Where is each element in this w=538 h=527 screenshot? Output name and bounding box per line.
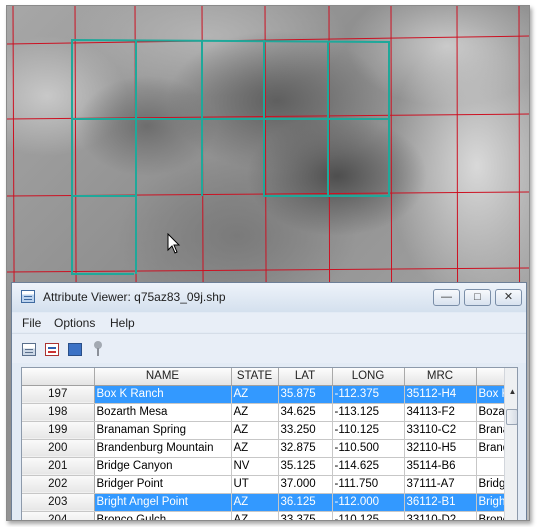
cell-state[interactable]: NV: [231, 457, 279, 476]
select-icon[interactable]: [68, 343, 82, 356]
window-title: Attribute Viewer: q75az83_09j.shp: [43, 290, 226, 304]
menu-help[interactable]: Help: [110, 316, 135, 330]
vertical-scrollbar[interactable]: ▲: [504, 368, 517, 520]
scroll-thumb[interactable]: [506, 409, 517, 425]
cell-mrc[interactable]: 32110-H5: [404, 439, 477, 458]
cell-state[interactable]: AZ: [231, 439, 279, 458]
table-row[interactable]: 203 Bright Angel Point AZ 36.125 -112.000 361…: [22, 493, 511, 512]
maximize-button[interactable]: □: [464, 289, 491, 306]
table-row[interactable]: 197 Box K Ranch AZ 35.875 -112.375 35112-H4 Bo…: [22, 385, 511, 404]
arrow-cursor-icon: [167, 233, 181, 254]
cell-long[interactable]: -110.500: [332, 439, 405, 458]
window-titlebar[interactable]: Attribute Viewer: q75az83_09j.shp — □ ✕: [12, 283, 526, 312]
row-index-cell[interactable]: 200: [22, 439, 95, 458]
cell-long[interactable]: -110.125: [332, 511, 405, 520]
toolbar: [12, 333, 526, 363]
cell-state[interactable]: AZ: [231, 403, 279, 422]
cell-name[interactable]: Bridger Point: [94, 475, 232, 494]
close-button[interactable]: ✕: [495, 289, 522, 306]
header-name[interactable]: NAME: [94, 368, 232, 386]
cell-state[interactable]: AZ: [231, 421, 279, 440]
filter-icon[interactable]: [45, 343, 59, 356]
menu-options[interactable]: Options: [54, 316, 95, 330]
cell-long[interactable]: -110.125: [332, 421, 405, 440]
cell-name[interactable]: Branaman Spring: [94, 421, 232, 440]
cell-mrc[interactable]: 37111-A7: [404, 475, 477, 494]
quad-grid-line: [7, 267, 529, 273]
cell-lat[interactable]: 33.375: [278, 511, 333, 520]
selected-quad-outlines: [71, 38, 390, 275]
cell-state[interactable]: UT: [231, 475, 279, 494]
cell-lat[interactable]: 37.000: [278, 475, 333, 494]
cell-mrc[interactable]: 35112-H4: [404, 385, 477, 404]
header-long[interactable]: LONG: [332, 368, 405, 386]
cell-lat[interactable]: 33.250: [278, 421, 333, 440]
attribute-table: NAME STATE LAT LONG MRC 197 Box K Ranch AZ…: [21, 367, 518, 520]
row-index-cell[interactable]: 197: [22, 385, 95, 404]
cell-name[interactable]: Brandenburg Mountain: [94, 439, 232, 458]
cell-lat[interactable]: 32.875: [278, 439, 333, 458]
cell-long[interactable]: -112.000: [332, 493, 405, 512]
header-mrc[interactable]: MRC: [404, 368, 477, 386]
scroll-up-arrow-icon[interactable]: ▲: [506, 386, 517, 398]
cell-state[interactable]: AZ: [231, 493, 279, 512]
header-row-index[interactable]: [22, 368, 95, 386]
cell-long[interactable]: -113.125: [332, 403, 405, 422]
row-index-cell[interactable]: 198: [22, 403, 95, 422]
cell-lat[interactable]: 35.125: [278, 457, 333, 476]
cell-mrc[interactable]: 35114-B6: [404, 457, 477, 476]
minimize-button[interactable]: —: [433, 289, 460, 306]
row-index-cell[interactable]: 201: [22, 457, 95, 476]
table-icon[interactable]: [22, 343, 36, 356]
screenshot-frame: Attribute Viewer: q75az83_09j.shp — □ ✕ …: [6, 5, 530, 521]
row-index-cell[interactable]: 203: [22, 493, 95, 512]
cell-long[interactable]: -111.750: [332, 475, 405, 494]
cell-mrc[interactable]: 34113-F2: [404, 403, 477, 422]
cell-state[interactable]: AZ: [231, 511, 279, 520]
table-row[interactable]: 201 Bridge Canyon NV 35.125 -114.625 35114-B6: [22, 457, 511, 476]
table-row[interactable]: 199 Branaman Spring AZ 33.250 -110.125 33110-…: [22, 421, 511, 440]
quad-outline: [71, 40, 134, 275]
cell-name[interactable]: Bright Angel Point: [94, 493, 232, 512]
cell-name[interactable]: Bridge Canyon: [94, 457, 232, 476]
pin-icon[interactable]: [93, 341, 103, 357]
row-index-cell[interactable]: 199: [22, 421, 95, 440]
attribute-viewer-window: Attribute Viewer: q75az83_09j.shp — □ ✕ …: [11, 282, 527, 520]
row-index-cell[interactable]: 204: [22, 511, 95, 520]
cell-mrc[interactable]: 33110-C2: [404, 421, 477, 440]
cell-lat[interactable]: 34.625: [278, 403, 333, 422]
cell-name[interactable]: Bozarth Mesa: [94, 403, 232, 422]
header-lat[interactable]: LAT: [278, 368, 333, 386]
attribute-grid: NAME STATE LAT LONG MRC 197 Box K Ranch AZ…: [22, 368, 511, 520]
cell-state[interactable]: AZ: [231, 385, 279, 404]
cell-mrc[interactable]: 33110-D2: [404, 511, 477, 520]
cell-long[interactable]: -112.375: [332, 385, 405, 404]
cell-long[interactable]: -114.625: [332, 457, 405, 476]
cell-name[interactable]: Bronco Gulch: [94, 511, 232, 520]
table-row[interactable]: 202 Bridger Point UT 37.000 -111.750 37111-A7…: [22, 475, 511, 494]
menu-file[interactable]: File: [22, 316, 41, 330]
table-row[interactable]: 200 Brandenburg Mountain AZ 32.875 -110.500 3…: [22, 439, 511, 458]
cell-mrc[interactable]: 36112-B1: [404, 493, 477, 512]
table-row[interactable]: 198 Bozarth Mesa AZ 34.625 -113.125 34113-F2 B…: [22, 403, 511, 422]
table-window-icon: [21, 290, 35, 303]
table-row[interactable]: 204 Bronco Gulch AZ 33.375 -110.125 33110-D2 B…: [22, 511, 511, 520]
row-index-cell[interactable]: 202: [22, 475, 95, 494]
cell-lat[interactable]: 35.875: [278, 385, 333, 404]
header-state[interactable]: STATE: [231, 368, 279, 386]
cell-name[interactable]: Box K Ranch: [94, 385, 232, 404]
menu-bar: File Options Help: [12, 313, 526, 332]
cell-lat[interactable]: 36.125: [278, 493, 333, 512]
